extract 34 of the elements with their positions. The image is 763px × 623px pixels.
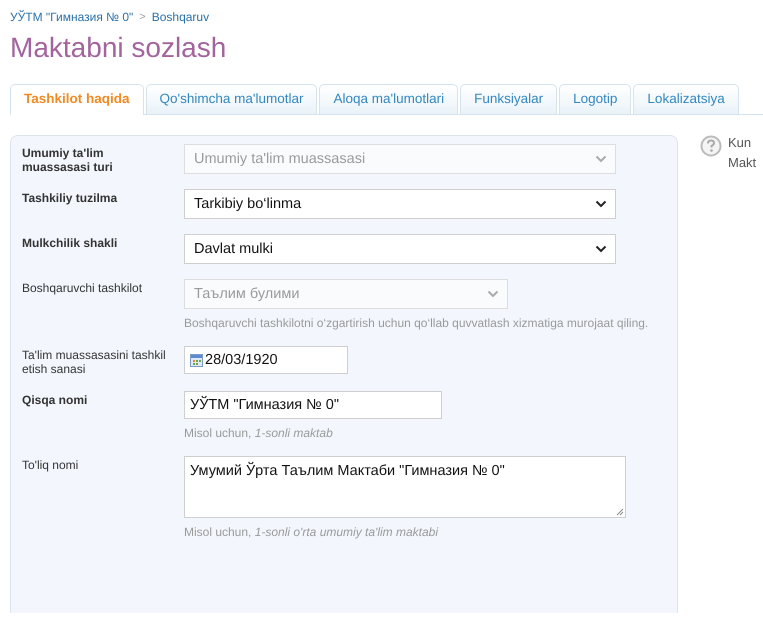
chevron-down-icon (595, 155, 607, 163)
field-label: Tashkiliy tuzilma (22, 190, 118, 207)
tab[interactable]: Tashkilot haqida (10, 84, 144, 115)
tab[interactable]: Qo'shimcha ma'lumotlar (146, 84, 318, 114)
chevron-down-icon (595, 200, 607, 208)
text-field[interactable]: УЎТМ "Гимназия № 0" (184, 391, 442, 419)
select-field[interactable]: Tarkibiy bo‘linma (184, 189, 616, 219)
tab[interactable]: Lokalizatsiya (633, 84, 739, 114)
tab[interactable]: Funksiyalar (460, 84, 558, 114)
field-label: Boshqaruvchi tashkilot (22, 280, 144, 297)
text-area[interactable]: Умумий Ўрта Таълим Мактаби "Гимназия № 0" (184, 456, 626, 518)
tab[interactable]: Logotip (559, 84, 632, 114)
calendar-icon (190, 354, 203, 366)
field-hint: Misol uchun, 1-sonli o'rta umumiy ta'lim maktabi (184, 525, 440, 540)
tab[interactable]: Aloqa ma'lumotlari (319, 84, 458, 114)
help-text: Kun (728, 134, 752, 152)
help-text: Makt (728, 154, 756, 172)
field-label: Qisqa nomi (22, 392, 88, 409)
date-field[interactable]: 28/03/1920 (184, 346, 348, 374)
field-label: Ta'lim muassasasini tashkil etish sanasi (22, 347, 167, 376)
breadcrumb-separator: > (139, 11, 146, 23)
field-hint: Boshqaruvchi tashkilotni o‘zgartirish uchun qo‘llab quvvatlash xizmatiga murojaat qiling. (184, 316, 648, 331)
field-label: To'liq nomi (22, 457, 80, 474)
field-label: Umumiy ta'lim muassasasi turi (22, 145, 114, 174)
field-label: Mulkchilik shakli (22, 235, 118, 252)
page-title: Maktabni sozlash (10, 32, 228, 64)
chevron-down-icon (487, 290, 499, 298)
breadcrumb-link[interactable]: Boshqaruv (152, 10, 210, 24)
select-field[interactable]: Davlat mulki (184, 234, 616, 264)
help-icon (700, 135, 722, 157)
breadcrumb-link[interactable]: УЎТМ "Гимназия № 0" (10, 10, 134, 24)
field-hint: Misol uchun, 1-sonli maktab (184, 426, 334, 441)
chevron-down-icon (595, 245, 607, 253)
resize-grip-icon (616, 508, 624, 516)
